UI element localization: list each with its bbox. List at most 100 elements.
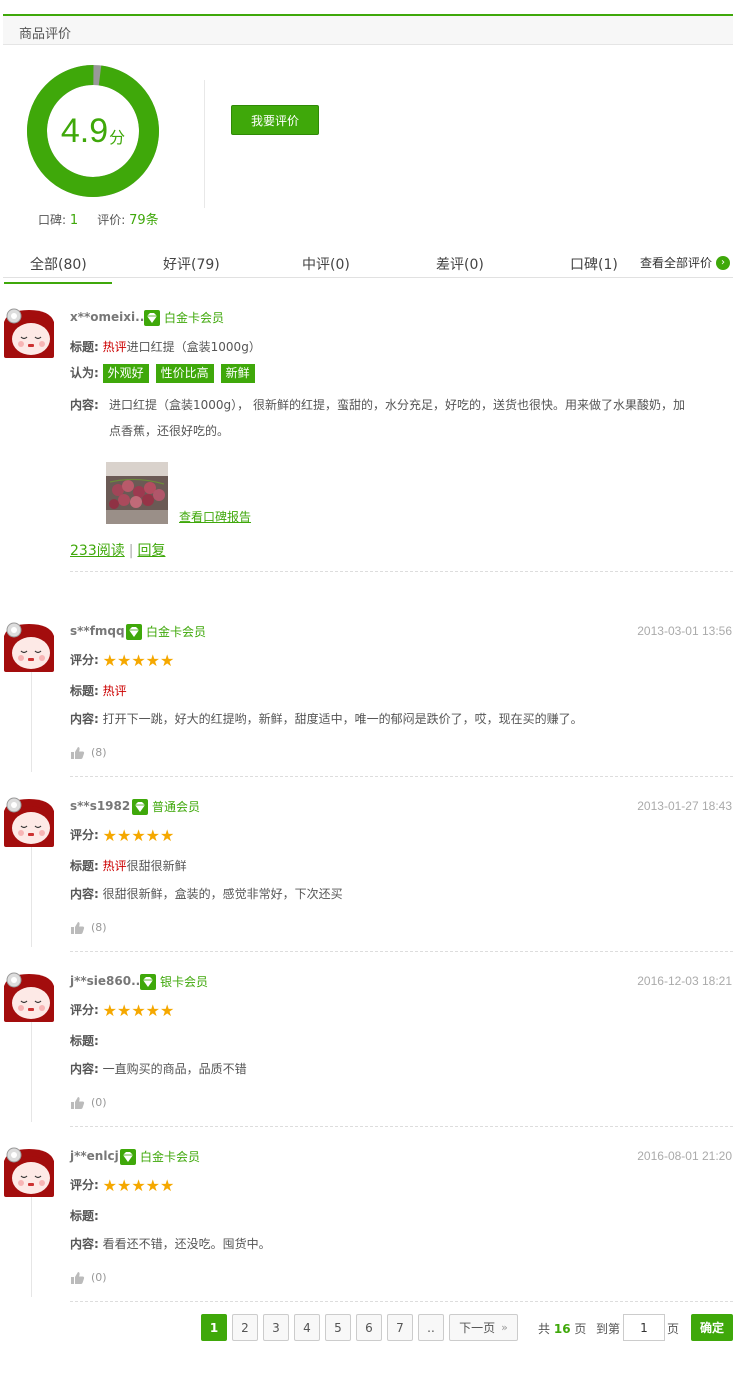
rating-stars: ★★★★★ — [103, 1176, 175, 1195]
star-icon: ★ — [116, 826, 132, 845]
tab-all[interactable]: 全部(80) — [4, 254, 112, 284]
review-photo[interactable] — [106, 462, 168, 524]
koubei-report-link[interactable]: 查看口碑报告 — [179, 508, 251, 525]
goto-page-input[interactable] — [623, 1314, 665, 1341]
review-tags-row: 认为: 外观好 性价比高 新鲜 — [70, 364, 262, 383]
content-label: 内容: — [70, 1237, 99, 1251]
member-level: 白金卡会员 — [146, 625, 207, 639]
content-label: 内容: — [70, 1062, 99, 1076]
score-label: 评分: — [70, 828, 99, 842]
review-tag: 外观好 — [102, 364, 149, 383]
like-count: (8) — [91, 746, 107, 759]
page-6-button[interactable]: 6 — [356, 1314, 382, 1341]
title-label: 标题: — [70, 1034, 99, 1048]
score-unit: 分 — [109, 128, 126, 147]
tab-positive[interactable]: 好评(79) — [163, 254, 220, 274]
koubei-count: 1 — [69, 213, 79, 228]
review-date: 2013-01-27 18:43 — [637, 799, 732, 813]
timeline-line — [31, 847, 32, 947]
page-2-button[interactable]: 2 — [232, 1314, 258, 1341]
read-count-link[interactable]: 233阅读 — [70, 543, 125, 559]
reviewer-name[interactable]: x**omeixi... — [70, 310, 149, 324]
reviewer-name[interactable]: j**sie860... — [70, 974, 145, 988]
next-page-label: 下一页 — [459, 1321, 496, 1335]
page-4-button[interactable]: 4 — [294, 1314, 320, 1341]
title-label: 标题: — [70, 340, 99, 354]
star-icon: ★ — [160, 826, 175, 845]
review-title-row: 标题: 热评 — [70, 682, 127, 699]
tab-neutral[interactable]: 中评(0) — [302, 254, 350, 274]
goto-prefix: 到第 — [596, 1322, 621, 1336]
review-count-label: 评价: — [97, 213, 126, 227]
review-divider — [70, 776, 733, 777]
review-title: 很甜很新鲜 — [126, 859, 187, 873]
review-content: 内容: 进口红提（盒装1000g）， 很新鲜的红提，蛮甜的，水分充足，好吃的，送… — [70, 392, 695, 444]
rating-row: 评分: ★★★★★ — [70, 1176, 174, 1195]
review-divider — [70, 1126, 733, 1127]
rating-row: 评分: ★★★★★ — [70, 826, 174, 845]
title-label: 标题: — [70, 1209, 99, 1223]
review-title-row: 标题: 热评很甜很新鲜 — [70, 857, 187, 874]
reviewer-name[interactable]: j**enlcj — [70, 1149, 119, 1163]
like-button[interactable]: (0) — [70, 1095, 107, 1110]
like-button[interactable]: (8) — [70, 920, 107, 935]
timeline-line — [31, 1197, 32, 1297]
review-content: 内容: 一直购买的商品，品质不错 — [70, 1060, 247, 1077]
confirm-page-button[interactable]: 确定 — [691, 1314, 733, 1341]
diamond-icon — [126, 623, 142, 640]
like-button[interactable]: (0) — [70, 1270, 107, 1285]
review-title: 进口红提（盒装1000g） — [126, 340, 261, 354]
pagination: 1 2 3 4 5 6 7 .. 下一页 » 共 16 页 到第 页 确定 — [0, 1314, 735, 1342]
title-label: 标题: — [70, 859, 99, 873]
page-7-button[interactable]: 7 — [387, 1314, 413, 1341]
star-icon: ★ — [131, 1176, 146, 1195]
member-level: 银卡会员 — [160, 975, 209, 989]
hot-tag: 热评 — [102, 859, 127, 873]
score-label: 评分: — [70, 653, 99, 667]
reviewer-name[interactable]: s**s1982 — [70, 799, 130, 813]
content-label: 内容: — [70, 712, 99, 726]
star-icon: ★ — [102, 826, 117, 845]
total-suffix: 页 — [574, 1322, 587, 1336]
next-page-button[interactable]: 下一页 » — [449, 1314, 518, 1341]
section-title: 商品评价 — [19, 27, 72, 42]
star-icon: ★ — [102, 651, 117, 670]
total-pages: 共 16 页 — [538, 1320, 586, 1337]
diamond-icon — [120, 1148, 136, 1165]
write-review-button[interactable]: 我要评价 — [231, 105, 319, 135]
like-button[interactable]: (8) — [70, 745, 107, 760]
member-level: 普通会员 — [152, 800, 201, 814]
avatar[interactable] — [4, 308, 54, 358]
review-date: 2013-03-01 13:56 — [637, 624, 732, 638]
avatar[interactable] — [4, 972, 54, 1022]
rating-stars: ★★★★★ — [103, 651, 175, 670]
rating-row: 评分: ★★★★★ — [70, 1001, 174, 1020]
view-all-reviews-link[interactable]: 查看全部评价 › — [640, 254, 730, 271]
reviewer-name[interactable]: s**fmqq — [70, 624, 125, 638]
review-tag: 性价比高 — [155, 364, 214, 383]
tab-koubei[interactable]: 口碑(1) — [570, 254, 618, 274]
review-date: 2016-08-01 21:20 — [637, 1149, 732, 1163]
timeline-line — [31, 1022, 32, 1122]
review-content-text: 进口红提（盒装1000g）， 很新鲜的红提，蛮甜的，水分充足，好吃的，送货也很快… — [109, 398, 685, 438]
title-label: 标题: — [70, 684, 99, 698]
page-3-button[interactable]: 3 — [263, 1314, 289, 1341]
rating-row: 评分: ★★★★★ — [70, 651, 174, 670]
double-chevron-right-icon: » — [501, 1321, 508, 1334]
timeline-line — [31, 672, 32, 772]
star-icon: ★ — [116, 1001, 132, 1020]
score-label: 评分: — [70, 1178, 99, 1192]
reply-link[interactable]: 回复 — [137, 543, 165, 559]
member-badge: 白金卡会员 — [144, 309, 224, 326]
avatar[interactable] — [4, 1147, 54, 1197]
page-1-button[interactable]: 1 — [201, 1314, 227, 1341]
tab-negative[interactable]: 差评(0) — [436, 254, 484, 274]
review-title-row: 标题: — [70, 1207, 99, 1224]
avatar[interactable] — [4, 797, 54, 847]
star-icon: ★ — [145, 1176, 161, 1195]
member-badge: 白金卡会员 — [120, 1148, 200, 1165]
page-5-button[interactable]: 5 — [325, 1314, 351, 1341]
avatar[interactable] — [4, 622, 54, 672]
vertical-divider — [204, 80, 205, 208]
score-display: 4.9 分 — [26, 64, 160, 198]
